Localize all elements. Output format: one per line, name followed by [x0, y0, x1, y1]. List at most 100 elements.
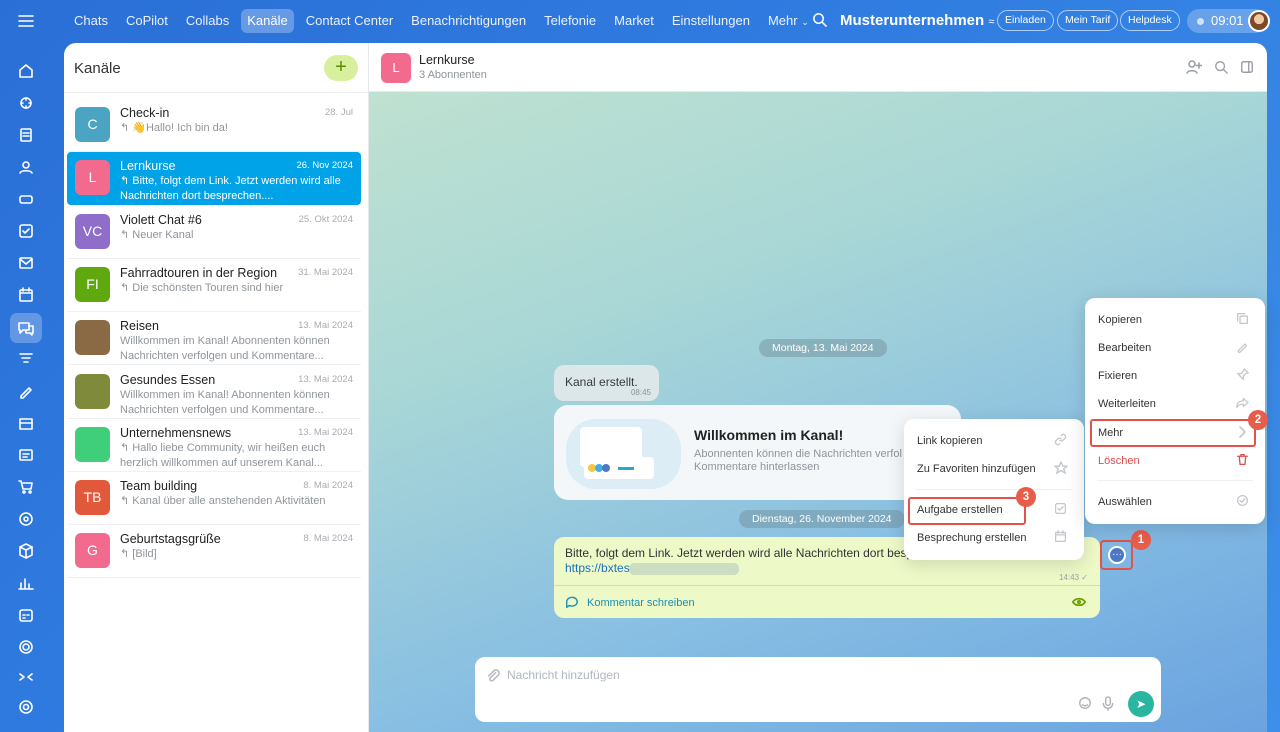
nav-channels[interactable]: Kanäle — [241, 9, 294, 33]
channel-list-header: Kanäle + — [64, 43, 368, 93]
list-item-preview: ↰ Hallo liebe Community, wir heißen euch… — [120, 441, 326, 469]
subscriber-count[interactable]: 3 Abonnenten — [419, 69, 487, 81]
support-icon[interactable] — [14, 635, 38, 659]
company-name[interactable]: Musterunternehmen ≈ — [840, 12, 994, 29]
menu-item-forward[interactable]: Weiterleiten — [1098, 398, 1156, 410]
nav-more[interactable]: Mehr ⌄ — [762, 9, 815, 33]
avatar: VC — [75, 213, 110, 249]
search-icon[interactable] — [1214, 60, 1228, 79]
tasks-icon[interactable] — [14, 219, 38, 243]
menu-icon[interactable] — [14, 9, 38, 33]
system-message: Kanal erstellt. 08:45 — [554, 365, 659, 401]
messenger-icon[interactable] — [10, 313, 42, 343]
nav-contact-center[interactable]: Contact Center — [300, 9, 399, 33]
planner-icon[interactable] — [14, 603, 38, 627]
microphone-icon[interactable] — [1102, 696, 1114, 716]
list-item-date: 13. Mai 2024 — [298, 426, 353, 438]
crm-icon[interactable] — [14, 347, 38, 371]
switch-icon: ≈ — [988, 16, 995, 28]
nav-chats[interactable]: Chats — [68, 9, 114, 33]
contacts-icon[interactable] — [14, 155, 38, 179]
step-badge-1: 1 — [1131, 530, 1151, 550]
check-circle-icon — [1236, 494, 1249, 512]
list-item[interactable]: Unternehmensnews 13. Mai 2024 ↰ Hallo lieb… — [67, 419, 361, 472]
list-item[interactable]: FI Fahrradtouren in der Region 31. Mai 202… — [67, 259, 361, 312]
list-item[interactable]: L Lernkurse 26. Nov 2024 ↰ Bitte, folgt dem… — [67, 152, 361, 206]
channel-avatar[interactable]: L — [381, 53, 411, 83]
list-item[interactable]: VC Violett Chat #6 25. Okt 2024 ↰ Neuer Kan… — [67, 206, 361, 259]
menu-item-select[interactable]: Auswählen — [1098, 496, 1152, 508]
nav-settings[interactable]: Einstellungen — [666, 9, 756, 33]
menu-item-pin[interactable]: Fixieren — [1098, 370, 1137, 382]
home-icon[interactable] — [14, 59, 38, 83]
sidebar-toggle-icon[interactable] — [1240, 60, 1254, 79]
send-button[interactable]: ➤ — [1128, 691, 1154, 717]
nav-copilot[interactable]: CoPilot — [120, 9, 174, 33]
list-item[interactable]: C Check-in 28. Jul ↰ 👋Hallo! Ich bin da! — [67, 99, 361, 152]
nav-market[interactable]: Market — [608, 9, 660, 33]
settings-icon[interactable] — [14, 695, 38, 719]
mail-icon[interactable] — [14, 251, 38, 275]
cart-icon[interactable] — [14, 475, 38, 499]
nav-telephony[interactable]: Telefonie — [538, 9, 602, 33]
search-icon[interactable] — [812, 12, 827, 32]
target-icon[interactable] — [14, 507, 38, 531]
calendar-icon[interactable] — [14, 283, 38, 307]
blurred-link — [629, 563, 739, 575]
list-item[interactable]: TB Team building 8. Mai 2024 ↰ Kanal über a… — [67, 472, 361, 526]
invite-button[interactable]: Einladen — [997, 10, 1054, 31]
avatar: FI — [75, 266, 110, 302]
menu-item-create-meeting[interactable]: Besprechung erstellen — [917, 532, 1026, 544]
sites-icon[interactable] — [14, 443, 38, 467]
store-icon[interactable] — [14, 411, 38, 435]
drive-icon[interactable] — [14, 187, 38, 211]
helpdesk-button[interactable]: Helpdesk — [1120, 10, 1180, 31]
message-input[interactable]: Nachricht hinzufügen ➤ — [475, 657, 1161, 722]
plan-button[interactable]: Mein Tarif — [1057, 10, 1119, 31]
avatar: TB — [75, 480, 110, 516]
list-item-date: 13. Mai 2024 — [298, 320, 353, 332]
message-time: 14:43 ✓ — [1059, 573, 1088, 582]
views-icon — [1072, 595, 1086, 613]
forward-icon — [1236, 396, 1249, 414]
analytics-icon[interactable] — [14, 571, 38, 595]
add-user-icon[interactable] — [1186, 60, 1203, 79]
paperclip-icon[interactable] — [486, 669, 500, 688]
message-menu-button[interactable]: ··· — [1100, 540, 1133, 570]
copilot-icon[interactable] — [14, 91, 38, 115]
list-item[interactable]: Reisen 13. Mai 2024 Willkommen im Kanal! A… — [67, 312, 361, 366]
list-item[interactable]: Gesundes Essen 13. Mai 2024 Willkommen im … — [67, 366, 361, 419]
highlight-frame — [1090, 419, 1256, 447]
nav-notifications[interactable]: Benachrichtigungen — [405, 9, 532, 33]
sign-icon[interactable] — [14, 379, 38, 403]
smile-icon[interactable] — [1078, 696, 1092, 715]
nav-collabs[interactable]: Collabs — [180, 9, 235, 33]
feed-icon[interactable] — [14, 123, 38, 147]
message-link[interactable]: https://bxtes — [565, 561, 630, 575]
link-icon — [1054, 433, 1067, 451]
menu-item-add-favorites[interactable]: Zu Favoriten hinzufügen — [917, 463, 1036, 475]
avatar — [75, 426, 110, 462]
comment-icon[interactable] — [565, 595, 579, 614]
list-item[interactable]: G Geburtstagsgrüße 8. Mai 2024 ↰ [Bild] — [67, 525, 361, 579]
nav-more-label: Mehr — [767, 13, 798, 28]
welcome-title: Willkommen im Kanal! — [694, 427, 844, 443]
status-dot — [1197, 18, 1204, 25]
list-item-name: Violett Chat #6 — [120, 212, 202, 227]
comment-link[interactable]: Kommentar schreiben — [587, 597, 695, 609]
page-title: Kanäle — [74, 60, 121, 77]
date-divider: Montag, 13. Mai 2024 — [759, 339, 887, 357]
list-item-preview: ↰ Bitte, folgt dem Link. Jetzt werden wi… — [120, 175, 341, 203]
menu-item-edit[interactable]: Bearbeiten — [1098, 342, 1151, 354]
list-item-date: 13. Mai 2024 — [298, 373, 353, 385]
menu-item-delete[interactable]: Löschen — [1098, 455, 1140, 467]
avatar[interactable] — [1248, 10, 1270, 32]
box-icon[interactable] — [14, 539, 38, 563]
menu-item-copy-link[interactable]: Link kopieren — [917, 435, 982, 447]
channel-title[interactable]: Lernkurse — [419, 53, 475, 67]
add-channel-button[interactable]: + — [324, 55, 358, 81]
menu-item-copy[interactable]: Kopieren — [1098, 314, 1142, 326]
collapse-icon[interactable] — [14, 665, 38, 689]
date-divider: Dienstag, 26. November 2024 — [739, 510, 905, 528]
company-label: Musterunternehmen — [840, 12, 985, 29]
